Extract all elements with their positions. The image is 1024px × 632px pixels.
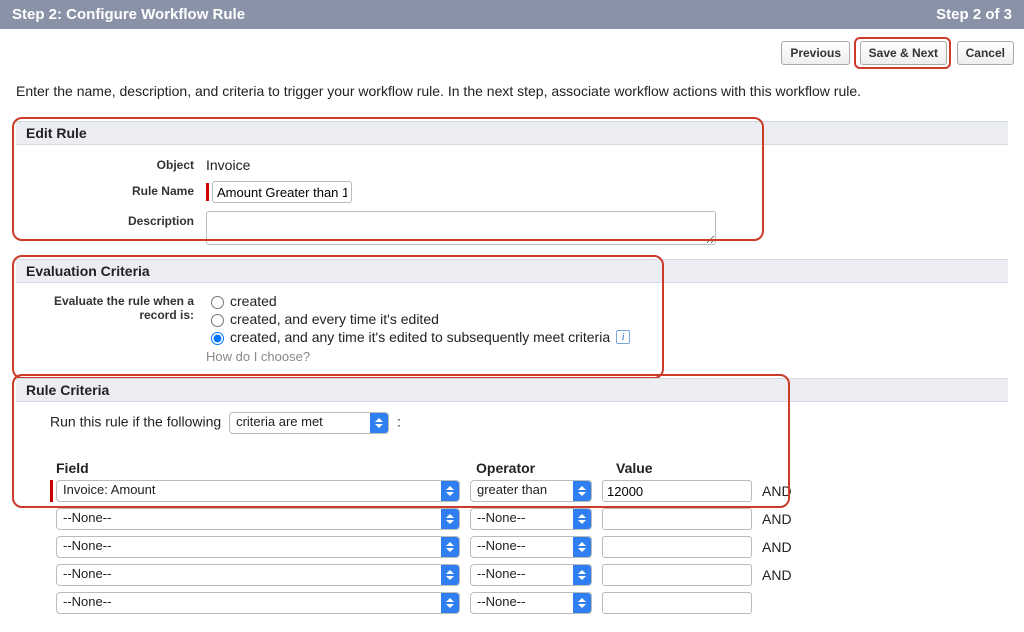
operator-select-value: --None-- xyxy=(471,536,547,555)
operator-select-value: greater than xyxy=(471,480,569,499)
value-input[interactable] xyxy=(602,480,752,502)
operator-select-value: --None-- xyxy=(471,592,547,611)
field-select-value: Invoice: Amount xyxy=(57,480,178,499)
value-input[interactable] xyxy=(602,508,752,530)
select-arrows-icon xyxy=(441,481,459,501)
operator-select[interactable]: --None-- xyxy=(470,564,592,586)
field-select-value: --None-- xyxy=(57,508,133,527)
select-arrows-icon xyxy=(573,593,591,613)
eval-option-label: created xyxy=(230,293,277,309)
previous-button[interactable]: Previous xyxy=(781,41,850,65)
and-text: AND xyxy=(762,483,792,499)
cancel-button[interactable]: Cancel xyxy=(957,41,1014,65)
operator-select[interactable]: --None-- xyxy=(470,508,592,530)
required-bar-icon xyxy=(206,183,209,201)
evaluation-criteria-panel: Evaluation Criteria Evaluate the rule wh… xyxy=(16,259,1008,368)
field-select-value: --None-- xyxy=(57,536,133,555)
highlight-ring: Save & Next xyxy=(854,37,951,69)
field-select-value: --None-- xyxy=(57,592,133,611)
edit-rule-panel: Edit Rule Object Invoice Rule Name Descr… xyxy=(16,121,1008,249)
criteria-row: Invoice: Amount greater than AND xyxy=(50,480,998,502)
col-value-header: Value xyxy=(616,460,786,476)
object-value: Invoice xyxy=(206,155,250,173)
eval-option-label: created, and any time it's edited to sub… xyxy=(230,329,610,345)
rule-name-label: Rule Name xyxy=(26,181,206,198)
field-select[interactable]: --None-- xyxy=(56,508,460,530)
value-input[interactable] xyxy=(602,592,752,614)
criteria-intro-prefix: Run this rule if the following xyxy=(50,414,221,430)
select-arrows-icon xyxy=(573,537,591,557)
criteria-mode-value: criteria are met xyxy=(230,412,345,431)
select-arrows-icon xyxy=(441,565,459,585)
eval-option-created[interactable]: created xyxy=(206,293,630,309)
operator-select-value: --None-- xyxy=(471,508,547,527)
how-do-i-choose-link[interactable]: How do I choose? xyxy=(206,349,630,364)
rule-name-input[interactable] xyxy=(212,181,352,203)
eval-option-label: created, and every time it's edited xyxy=(230,311,439,327)
value-input[interactable] xyxy=(602,536,752,558)
object-label: Object xyxy=(26,155,206,172)
info-icon[interactable]: i xyxy=(616,330,630,344)
field-select[interactable]: --None-- xyxy=(56,564,460,586)
and-text: AND xyxy=(762,511,792,527)
step-title: Step 2: Configure Workflow Rule xyxy=(12,6,245,23)
col-operator-header: Operator xyxy=(476,460,616,476)
operator-select[interactable]: greater than xyxy=(470,480,592,502)
instructions-text: Enter the name, description, and criteri… xyxy=(0,73,1024,115)
description-label: Description xyxy=(26,211,206,228)
step-header: Step 2: Configure Workflow Rule Step 2 o… xyxy=(0,0,1024,29)
field-select-value: --None-- xyxy=(57,564,133,583)
edit-rule-heading: Edit Rule xyxy=(16,121,1008,145)
and-text: AND xyxy=(762,539,792,555)
criteria-table: Field Operator Value Invoice: Amount gre… xyxy=(16,438,1008,622)
save-next-button[interactable]: Save & Next xyxy=(860,41,947,65)
criteria-mode-select[interactable]: criteria are met xyxy=(229,412,389,434)
select-arrows-icon xyxy=(441,537,459,557)
step-progress: Step 2 of 3 xyxy=(936,6,1012,23)
col-field-header: Field xyxy=(56,460,476,476)
rule-criteria-panel: Rule Criteria Run this rule if the follo… xyxy=(16,378,1008,622)
rule-criteria-heading: Rule Criteria xyxy=(16,378,1008,402)
required-bar-icon xyxy=(50,480,53,502)
select-arrows-icon xyxy=(573,565,591,585)
field-select[interactable]: Invoice: Amount xyxy=(56,480,460,502)
value-input[interactable] xyxy=(602,564,752,586)
evaluate-label: Evaluate the rule when a record is: xyxy=(26,291,206,322)
eval-radio-created-meet[interactable] xyxy=(211,332,224,345)
criteria-intro-suffix: : xyxy=(397,414,401,430)
select-arrows-icon xyxy=(573,481,591,501)
eval-radio-created[interactable] xyxy=(211,296,224,309)
field-select[interactable]: --None-- xyxy=(56,536,460,558)
eval-option-created-meet[interactable]: created, and any time it's edited to sub… xyxy=(206,329,630,345)
select-arrows-icon xyxy=(573,509,591,529)
select-arrows-icon xyxy=(441,593,459,613)
criteria-intro: Run this rule if the following criteria … xyxy=(16,402,1008,438)
operator-select[interactable]: --None-- xyxy=(470,592,592,614)
operator-select[interactable]: --None-- xyxy=(470,536,592,558)
operator-select-value: --None-- xyxy=(471,564,547,583)
criteria-row: --None-- --None-- AND xyxy=(50,508,998,530)
eval-option-created-edited[interactable]: created, and every time it's edited xyxy=(206,311,630,327)
evaluation-heading: Evaluation Criteria xyxy=(16,259,1008,283)
select-arrows-icon xyxy=(370,413,388,433)
and-text: AND xyxy=(762,567,792,583)
description-textarea[interactable] xyxy=(206,211,716,245)
criteria-row: --None-- --None-- AND xyxy=(50,536,998,558)
select-arrows-icon xyxy=(441,509,459,529)
criteria-row: --None-- --None-- xyxy=(50,592,998,614)
toolbar: Previous Save & Next Cancel xyxy=(0,29,1024,73)
field-select[interactable]: --None-- xyxy=(56,592,460,614)
eval-radio-created-edited[interactable] xyxy=(211,314,224,327)
criteria-row: --None-- --None-- AND xyxy=(50,564,998,586)
